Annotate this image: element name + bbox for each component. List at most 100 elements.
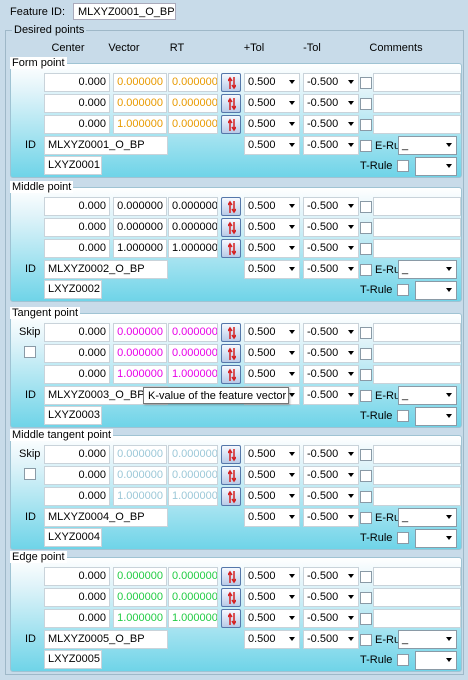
- comment-checkbox[interactable]: [360, 613, 372, 625]
- minus-tol-select[interactable]: -0.500: [303, 386, 359, 405]
- plus-tol-select[interactable]: 0.500: [244, 239, 300, 258]
- rt-field[interactable]: 1.000000: [168, 365, 218, 384]
- minus-tol-select[interactable]: -0.500: [303, 218, 359, 237]
- plus-tol-select[interactable]: 0.500: [244, 630, 300, 649]
- vector-field[interactable]: 0.000000: [113, 323, 167, 342]
- t-rule-select[interactable]: [415, 529, 457, 548]
- plus-tol-select[interactable]: 0.500: [244, 323, 300, 342]
- comment-checkbox[interactable]: [360, 119, 372, 131]
- minus-tol-select[interactable]: -0.500: [303, 567, 359, 586]
- t-rule-checkbox[interactable]: [397, 654, 409, 666]
- comment-checkbox[interactable]: [360, 77, 372, 89]
- lid-field[interactable]: LXYZ0004: [44, 528, 102, 547]
- minus-tol-select[interactable]: -0.500: [303, 94, 359, 113]
- center-field[interactable]: 0.000: [44, 466, 110, 485]
- minus-tol-select[interactable]: -0.500: [303, 197, 359, 216]
- comment-field[interactable]: [373, 588, 461, 607]
- vector-field[interactable]: 0.000000: [113, 218, 167, 237]
- comment-checkbox[interactable]: [360, 348, 372, 360]
- rt-field[interactable]: 0.000000: [168, 567, 218, 586]
- flip-vector-button[interactable]: [221, 323, 241, 342]
- minus-tol-select[interactable]: -0.500: [303, 445, 359, 464]
- e-rule-select[interactable]: _: [398, 508, 457, 527]
- center-field[interactable]: 0.000: [44, 588, 110, 607]
- e-rule-select[interactable]: _: [398, 386, 457, 405]
- comment-checkbox[interactable]: [360, 327, 372, 339]
- rt-field[interactable]: 0.000000: [168, 588, 218, 607]
- flip-vector-button[interactable]: [221, 94, 241, 113]
- feature-id-field[interactable]: MLXYZ0001_O_BP: [73, 3, 176, 20]
- vector-field[interactable]: 0.000000: [113, 344, 167, 363]
- comment-checkbox[interactable]: [360, 222, 372, 234]
- vector-field[interactable]: 0.000000: [113, 466, 167, 485]
- plus-tol-select[interactable]: 0.500: [244, 609, 300, 628]
- comment-field[interactable]: [373, 487, 461, 506]
- vector-field[interactable]: 0.000000: [113, 445, 167, 464]
- lid-field[interactable]: LXYZ0005: [44, 650, 102, 669]
- center-field[interactable]: 0.000: [44, 323, 110, 342]
- lid-field[interactable]: LXYZ0001: [44, 156, 102, 175]
- minus-tol-select[interactable]: -0.500: [303, 344, 359, 363]
- minus-tol-select[interactable]: -0.500: [303, 466, 359, 485]
- rt-field[interactable]: 0.000000: [168, 344, 218, 363]
- minus-tol-select[interactable]: -0.500: [303, 73, 359, 92]
- flip-vector-button[interactable]: [221, 365, 241, 384]
- comment-field[interactable]: [373, 567, 461, 586]
- center-field[interactable]: 0.000: [44, 445, 110, 464]
- t-rule-checkbox[interactable]: [397, 284, 409, 296]
- rt-field[interactable]: 1.000000: [168, 239, 218, 258]
- plus-tol-select[interactable]: 0.500: [244, 508, 300, 527]
- vector-field[interactable]: 0.000000: [113, 588, 167, 607]
- comment-checkbox[interactable]: [360, 571, 372, 583]
- minus-tol-select[interactable]: -0.500: [303, 239, 359, 258]
- vector-field[interactable]: 1.000000: [113, 239, 167, 258]
- rt-field[interactable]: 0.000000: [168, 73, 218, 92]
- t-rule-checkbox[interactable]: [397, 160, 409, 172]
- center-field[interactable]: 0.000: [44, 115, 110, 134]
- rt-field[interactable]: 0.000000: [168, 466, 218, 485]
- comment-field[interactable]: [373, 94, 461, 113]
- minus-tol-select[interactable]: -0.500: [303, 630, 359, 649]
- flip-vector-button[interactable]: [221, 487, 241, 506]
- comment-field[interactable]: [373, 239, 461, 258]
- rt-field[interactable]: 1.000000: [168, 487, 218, 506]
- center-field[interactable]: 0.000: [44, 94, 110, 113]
- rt-field[interactable]: 0.000000: [168, 115, 218, 134]
- minus-tol-select[interactable]: -0.500: [303, 508, 359, 527]
- flip-vector-button[interactable]: [221, 115, 241, 134]
- comment-field[interactable]: [373, 73, 461, 92]
- vector-field[interactable]: 1.000000: [113, 609, 167, 628]
- vector-field[interactable]: 1.000000: [113, 115, 167, 134]
- minus-tol-select[interactable]: -0.500: [303, 487, 359, 506]
- vector-field[interactable]: 0.000000: [113, 197, 167, 216]
- t-rule-select[interactable]: [415, 157, 457, 176]
- e-rule-select[interactable]: _: [398, 136, 457, 155]
- comment-field[interactable]: [373, 609, 461, 628]
- plus-tol-select[interactable]: 0.500: [244, 73, 300, 92]
- center-field[interactable]: 0.000: [44, 239, 110, 258]
- t-rule-checkbox[interactable]: [397, 532, 409, 544]
- comment-field[interactable]: [373, 197, 461, 216]
- minus-tol-select[interactable]: -0.500: [303, 365, 359, 384]
- comment-checkbox[interactable]: [360, 98, 372, 110]
- comment-checkbox[interactable]: [360, 592, 372, 604]
- comment-checkbox[interactable]: [360, 243, 372, 255]
- center-field[interactable]: 0.000: [44, 487, 110, 506]
- plus-tol-select[interactable]: 0.500: [244, 136, 300, 155]
- comment-checkbox[interactable]: [360, 470, 372, 482]
- plus-tol-select[interactable]: 0.500: [244, 218, 300, 237]
- minus-tol-select[interactable]: -0.500: [303, 115, 359, 134]
- vector-field[interactable]: 1.000000: [113, 365, 167, 384]
- lid-field[interactable]: LXYZ0003: [44, 406, 102, 425]
- flip-vector-button[interactable]: [221, 445, 241, 464]
- comment-field[interactable]: [373, 365, 461, 384]
- center-field[interactable]: 0.000: [44, 218, 110, 237]
- vector-field[interactable]: 0.000000: [113, 567, 167, 586]
- plus-tol-select[interactable]: 0.500: [244, 94, 300, 113]
- vector-field[interactable]: 0.000000: [113, 94, 167, 113]
- rt-field[interactable]: 0.000000: [168, 197, 218, 216]
- rt-field[interactable]: 0.000000: [168, 94, 218, 113]
- t-rule-select[interactable]: [415, 407, 457, 426]
- vector-field[interactable]: 1.000000: [113, 487, 167, 506]
- comment-checkbox[interactable]: [360, 369, 372, 381]
